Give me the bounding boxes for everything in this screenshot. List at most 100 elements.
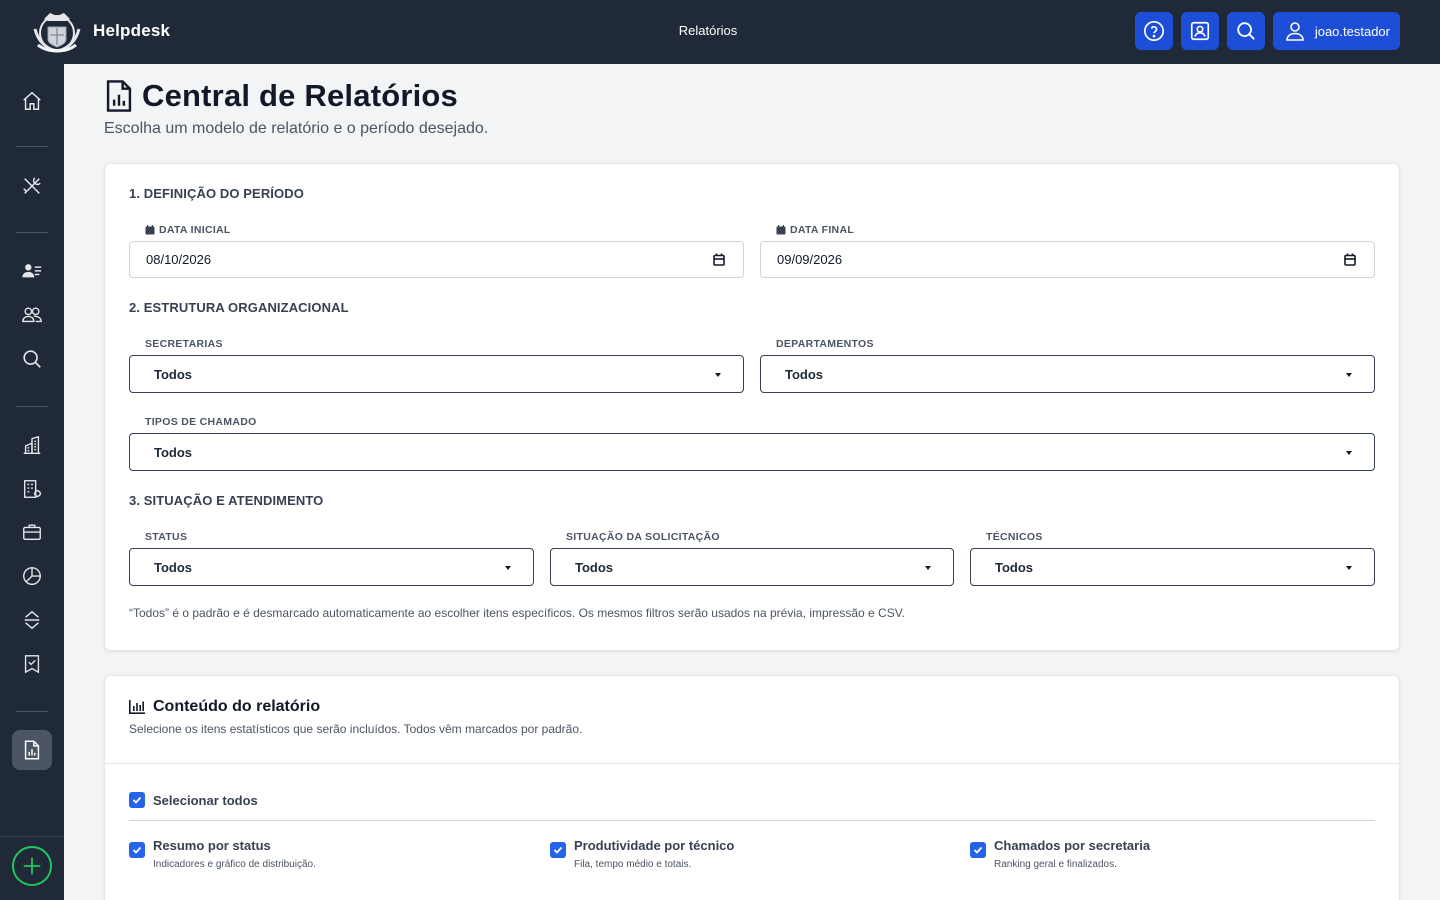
sidebar-divider [16, 711, 48, 712]
calendar-picker-icon[interactable] [1344, 253, 1356, 266]
status-label: STATUS [145, 531, 188, 543]
sidebar-footer-divider [0, 836, 64, 837]
end-date-label: DATA FINAL [776, 224, 854, 236]
option-title: Resumo por status [153, 838, 271, 853]
search-button[interactable] [1226, 12, 1265, 50]
calendar-picker-icon[interactable] [713, 253, 725, 266]
secretarias-select[interactable]: Todos [129, 355, 744, 393]
bookmark-check-icon [24, 655, 40, 674]
sidebar-item-users[interactable] [12, 295, 52, 335]
chevron-down-icon [925, 566, 931, 570]
user-menu-button[interactable]: joao.testador [1272, 12, 1400, 50]
report-icon [24, 740, 40, 760]
tickets-by-secretaria-checkbox[interactable] [970, 842, 986, 858]
situacao-value: Todos [575, 559, 614, 575]
users-icon [22, 307, 42, 323]
sidebar-item-tasks[interactable] [12, 644, 52, 684]
tecnicos-select[interactable]: Todos [970, 548, 1375, 586]
report-icon [106, 80, 132, 112]
section-period-heading: 1. DEFINIÇÃO DO PERÍODO [129, 186, 304, 201]
user-icon [1286, 22, 1304, 41]
plus-circle-icon [23, 857, 41, 875]
select-all-row[interactable]: Selecionar todos [129, 792, 258, 808]
search-icon [1237, 22, 1255, 40]
start-date-input[interactable]: 08/10/2026 [129, 241, 744, 278]
section-organization-heading: 2. ESTRUTURA ORGANIZACIONAL [129, 300, 349, 315]
situacao-label: SITUAÇÃO DA SOLICITAÇÃO [566, 531, 720, 543]
home-icon [23, 91, 41, 110]
select-all-label: Selecionar todos [153, 792, 258, 808]
username: joao.testador [1314, 23, 1390, 39]
tipos-label: TIPOS DE CHAMADO [145, 416, 257, 428]
option-tickets-by-secretaria[interactable]: Chamados por secretaria Ranking geral e … [970, 838, 1150, 870]
sidebar-divider [16, 406, 48, 407]
check-icon [973, 846, 983, 854]
option-title: Produtividade por técnico [574, 838, 735, 853]
building-icon [23, 435, 41, 454]
top-bar: Helpdesk Relatórios joao.testador [0, 0, 1440, 64]
main-content: Central de Relatórios Escolha um modelo … [64, 64, 1440, 900]
pie-chart-icon [23, 567, 41, 585]
start-date-value: 08/10/2026 [146, 252, 212, 267]
chevron-down-icon [1346, 373, 1352, 377]
departamentos-select[interactable]: Todos [760, 355, 1375, 393]
tipos-value: Todos [154, 444, 193, 460]
calendar-check-icon [776, 225, 786, 235]
sidebar [0, 64, 64, 900]
select-all-divider [129, 820, 1375, 821]
status-value: Todos [154, 559, 193, 575]
end-date-input[interactable]: 09/09/2026 [760, 241, 1375, 278]
section-status-heading: 3. SITUAÇÃO E ATENDIMENTO [129, 493, 324, 508]
option-status-summary[interactable]: Resumo por status Indicadores e gráfico … [129, 838, 316, 870]
filters-card: 1. DEFINIÇÃO DO PERÍODO DATA INICIAL 08/… [104, 163, 1400, 651]
sidebar-item-home[interactable] [12, 81, 52, 121]
tecnicos-value: Todos [995, 559, 1034, 575]
status-summary-checkbox[interactable] [129, 842, 145, 858]
sidebar-item-offices[interactable] [12, 469, 52, 509]
sort-icon [24, 610, 40, 630]
help-icon [1143, 21, 1164, 41]
bar-chart-icon [129, 700, 145, 714]
content-heading: Conteúdo do relatório [129, 698, 320, 716]
option-description: Ranking geral e finalizados. [994, 859, 1117, 870]
briefcase-icon [23, 524, 41, 541]
sidebar-item-buildings[interactable] [12, 425, 52, 465]
tecnicos-label: TÉCNICOS [986, 531, 1043, 543]
check-icon [132, 846, 142, 854]
page-subtitle: Escolha um modelo de relatório e o perío… [104, 120, 489, 137]
situacao-select[interactable]: Todos [550, 548, 954, 586]
sidebar-item-tools[interactable] [12, 166, 52, 206]
help-button[interactable] [1134, 12, 1173, 50]
technician-productivity-checkbox[interactable] [550, 842, 566, 858]
start-date-label: DATA INICIAL [145, 224, 231, 236]
chevron-down-icon [505, 566, 511, 570]
departamentos-value: Todos [785, 366, 824, 382]
sidebar-item-user-list[interactable] [12, 251, 52, 291]
check-icon [132, 796, 142, 804]
tipos-select[interactable]: Todos [129, 433, 1375, 471]
select-all-checkbox[interactable] [129, 792, 145, 808]
sidebar-item-statistics[interactable] [12, 556, 52, 596]
contacts-button[interactable] [1180, 12, 1219, 50]
option-technician-productivity[interactable]: Produtividade por técnico Fila, tempo mé… [550, 838, 734, 870]
content-divider [105, 763, 1399, 764]
check-icon [553, 846, 563, 854]
chevron-down-icon [1346, 451, 1352, 455]
secretarias-value: Todos [154, 366, 193, 382]
user-list-icon [22, 264, 42, 278]
page-header: Central de Relatórios Escolha um modelo … [104, 78, 488, 138]
sidebar-item-services[interactable] [12, 512, 52, 552]
sidebar-item-reports[interactable] [12, 730, 52, 770]
content-title: Conteúdo do relatório [153, 698, 321, 715]
page-title: Central de Relatórios [142, 78, 459, 113]
chevron-down-icon [715, 373, 721, 377]
new-ticket-button[interactable] [12, 846, 52, 886]
departamentos-label: DEPARTAMENTOS [776, 338, 874, 350]
sidebar-item-search[interactable] [12, 339, 52, 379]
contact-card-icon [1190, 21, 1209, 41]
search-icon [23, 350, 41, 368]
sidebar-item-priorities[interactable] [12, 600, 52, 640]
filters-hint: “Todos” é o padrão e é desmarcado automa… [129, 606, 905, 620]
status-select[interactable]: Todos [129, 548, 534, 586]
secretarias-label: SECRETARIAS [145, 338, 223, 350]
